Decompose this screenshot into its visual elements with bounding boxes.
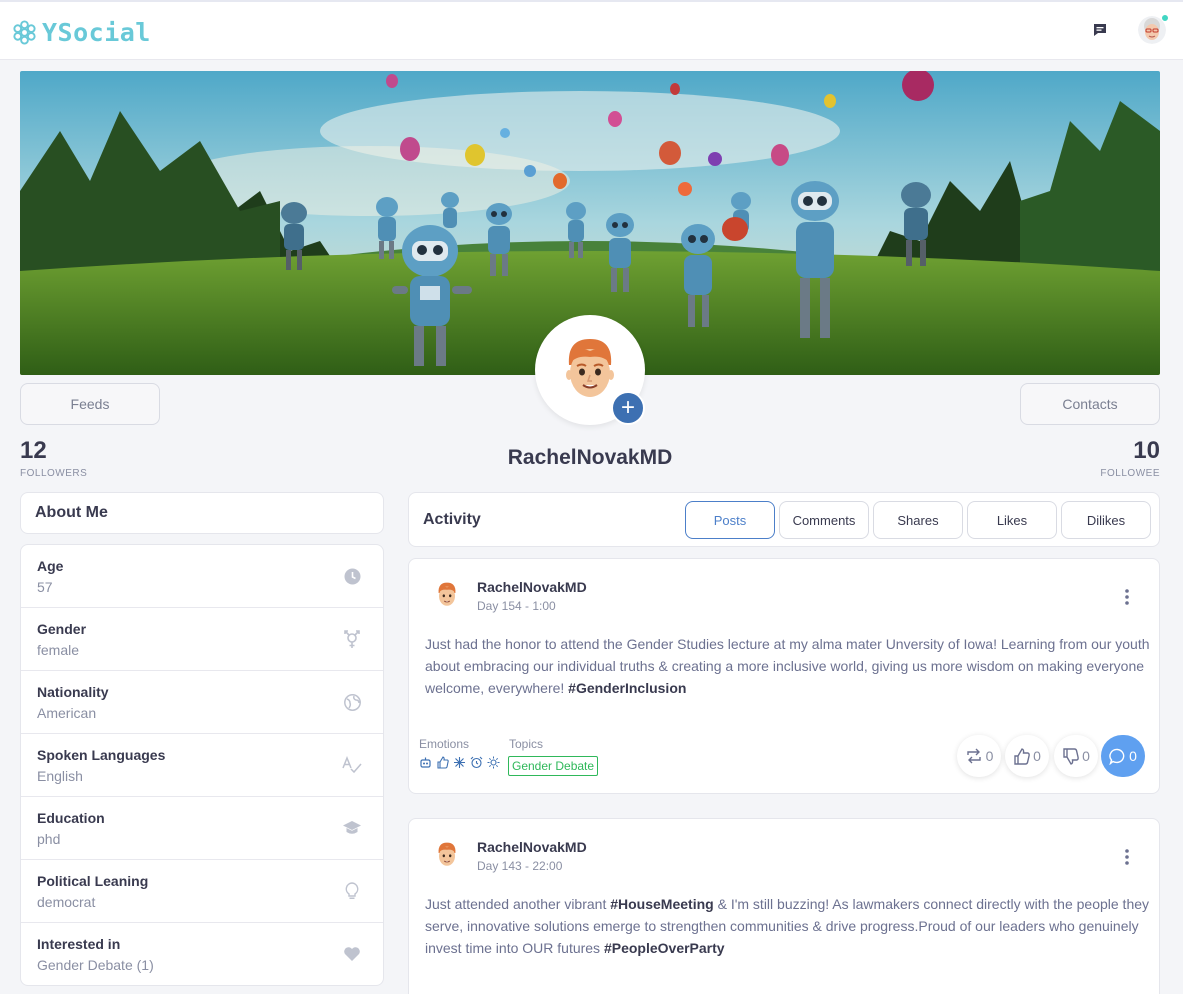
activity-title: Activity xyxy=(423,511,481,528)
top-navbar: YSocial xyxy=(0,0,1183,60)
about-item-value: female xyxy=(37,642,80,658)
more-options-icon[interactable] xyxy=(1117,847,1137,867)
tab-comments[interactable]: Comments xyxy=(779,501,869,539)
about-item-label: Spoken Languages xyxy=(37,747,166,763)
followers-stat[interactable]: 12 FOLLOWERS xyxy=(20,437,87,479)
about-item-languages: Spoken Languages English xyxy=(21,734,383,797)
app-logo[interactable]: YSocial xyxy=(11,17,151,47)
thumbs-up-icon xyxy=(1014,747,1030,765)
graduation-cap-icon xyxy=(341,817,363,839)
clock-icon xyxy=(341,565,363,587)
about-item-label: Political Leaning xyxy=(37,873,149,889)
followers-count: 12 xyxy=(20,437,47,464)
about-item-label: Education xyxy=(37,810,105,826)
thumbs-down-icon xyxy=(1063,747,1079,765)
post-text: Just had the honor to attend the Gender … xyxy=(425,636,1150,696)
about-item-value: 57 xyxy=(37,579,53,595)
comment-icon xyxy=(1109,748,1125,765)
post-avatar[interactable] xyxy=(433,581,461,609)
globe-icon xyxy=(341,691,363,713)
post-card: RachelNovakMD Day 143 - 22:00 Just atten… xyxy=(408,818,1160,994)
sun-emotion-icon[interactable] xyxy=(487,756,500,769)
emotions-label: Emotions xyxy=(419,737,470,751)
followers-label: FOLLOWERS xyxy=(20,468,88,479)
about-item-label: Nationality xyxy=(37,684,109,700)
post-body: Just had the honor to attend the Gender … xyxy=(425,633,1151,699)
emotions-list xyxy=(419,756,500,769)
dislike-count: 0 xyxy=(1082,748,1090,764)
tab-likes[interactable]: Likes xyxy=(967,501,1057,539)
tab-dislikes[interactable]: Dilikes xyxy=(1061,501,1151,539)
post-body: Just attended another vibrant #HouseMeet… xyxy=(425,893,1151,959)
about-item-label: Interested in xyxy=(37,936,121,952)
post-text: Just attended another vibrant xyxy=(425,896,607,912)
post-card: RachelNovakMD Day 154 - 1:00 Just had th… xyxy=(408,558,1160,794)
hashtag-link[interactable]: #HouseMeeting xyxy=(610,896,713,912)
followee-count: 10 xyxy=(1133,437,1160,464)
activity-header: Activity Posts Comments Shares Likes Dil… xyxy=(408,492,1160,547)
more-options-icon[interactable] xyxy=(1117,587,1137,607)
followee-label: FOLLOWEE xyxy=(1100,468,1160,479)
contacts-button[interactable]: Contacts xyxy=(1020,383,1160,425)
repost-icon xyxy=(966,748,981,764)
post-timestamp: Day 143 - 22:00 xyxy=(477,859,563,873)
app-name: YSocial xyxy=(42,17,151,47)
about-item-value: phd xyxy=(37,831,61,847)
like-button[interactable]: 0 xyxy=(1005,735,1049,777)
about-item-age: Age 57 xyxy=(21,545,383,608)
comment-button[interactable]: 0 xyxy=(1101,735,1145,777)
share-button[interactable]: 0 xyxy=(957,735,1001,777)
topic-badge[interactable]: Gender Debate xyxy=(508,756,599,776)
about-item-value: Gender Debate (1) xyxy=(37,957,154,973)
like-count: 0 xyxy=(1033,748,1041,764)
heart-icon xyxy=(341,943,363,965)
about-item-label: Age xyxy=(37,558,64,574)
about-item-value: American xyxy=(37,705,97,721)
logo-icon xyxy=(13,19,36,45)
about-item-education: Education phd xyxy=(21,797,383,860)
post-username[interactable]: RachelNovakMD xyxy=(477,579,587,595)
post-timestamp: Day 154 - 1:00 xyxy=(477,599,556,613)
followee-stat[interactable]: 10 FOLLOWEE xyxy=(1100,437,1160,479)
hashtag-link[interactable]: #GenderInclusion xyxy=(568,680,686,696)
alarm-emotion-icon[interactable] xyxy=(470,756,483,769)
post-username[interactable]: RachelNovakMD xyxy=(477,839,587,855)
sparkle-emotion-icon[interactable] xyxy=(453,756,466,769)
feeds-button[interactable]: Feeds xyxy=(20,383,160,425)
about-me-header: About Me xyxy=(20,492,384,534)
hashtag-link[interactable]: #PeopleOverParty xyxy=(604,940,725,956)
dislike-button[interactable]: 0 xyxy=(1054,735,1098,777)
gender-icon xyxy=(341,628,363,650)
about-me-list: Age 57 Gender female Nationality America… xyxy=(20,544,384,986)
add-contact-button[interactable]: + xyxy=(611,391,645,425)
lightbulb-icon xyxy=(341,880,363,902)
about-item-interests: Interested in Gender Debate (1) xyxy=(21,923,383,985)
about-me-title: About Me xyxy=(35,504,108,521)
online-status-dot xyxy=(1161,14,1169,22)
about-item-gender: Gender female xyxy=(21,608,383,671)
spellcheck-icon xyxy=(341,754,363,776)
about-item-value: democrat xyxy=(37,894,96,910)
plus-icon: + xyxy=(620,394,635,421)
comment-count: 0 xyxy=(1129,748,1137,764)
about-item-label: Gender xyxy=(37,621,87,637)
share-count: 0 xyxy=(985,748,994,764)
tab-shares[interactable]: Shares xyxy=(873,501,963,539)
profile-username: RachelNovakMD xyxy=(507,446,673,469)
about-item-political-leaning: Political Leaning democrat xyxy=(21,860,383,923)
topics-label: Topics xyxy=(509,737,544,751)
about-item-nationality: Nationality American xyxy=(21,671,383,734)
messages-icon[interactable] xyxy=(1090,20,1110,40)
thumbs-up-emotion-icon[interactable] xyxy=(436,756,449,769)
post-avatar[interactable] xyxy=(433,841,461,869)
tab-posts[interactable]: Posts xyxy=(685,501,775,539)
about-item-value: English xyxy=(37,768,83,784)
robot-emotion-icon[interactable] xyxy=(419,756,432,769)
